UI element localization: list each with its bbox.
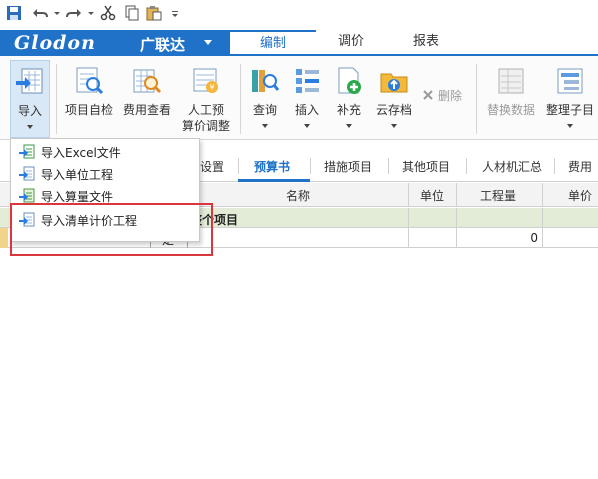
cloud-archive-button[interactable]: 云存档	[372, 60, 416, 138]
cell-divider	[542, 208, 543, 228]
self-check-label: 项目自检	[64, 103, 113, 117]
title-tab-row: Glodon 广联达 编制 调价 报表	[0, 30, 598, 56]
paste-icon[interactable]	[146, 5, 162, 21]
chevron-down-icon	[27, 125, 33, 129]
column-divider	[456, 183, 457, 207]
highlight-box	[10, 203, 213, 256]
manual-price-adjust-button[interactable]: ¥ 人工预 算价调整	[178, 60, 234, 138]
cell-divider	[542, 228, 543, 248]
tab-price-adjust[interactable]: 调价	[316, 30, 386, 56]
tab-measures[interactable]: 措施项目	[324, 158, 372, 175]
svg-text:¥: ¥	[209, 83, 214, 92]
quick-access-toolbar	[0, 0, 598, 30]
quantity-file-icon	[19, 188, 35, 203]
column-header-unit[interactable]: 单位	[420, 187, 444, 204]
query-icon	[252, 70, 280, 92]
column-header-name[interactable]: 名称	[286, 187, 310, 204]
column-header-unit-price[interactable]: 单价	[568, 187, 592, 204]
delete-label: 删除	[438, 89, 463, 103]
customize-icon[interactable]	[170, 5, 180, 21]
tab-budget[interactable]: 预算书	[254, 158, 290, 175]
chevron-down-icon	[346, 124, 352, 128]
unit-project-icon	[19, 166, 35, 181]
supplement-icon	[338, 67, 361, 94]
tab-edit[interactable]: 编制	[230, 30, 316, 56]
insert-label: 插入	[294, 103, 319, 117]
tab-labor-summary[interactable]: 人材机汇总	[482, 158, 542, 175]
cell-divider	[456, 208, 457, 228]
query-button[interactable]: 查询	[246, 60, 284, 138]
tab-divider	[554, 158, 555, 174]
cut-icon[interactable]	[100, 5, 116, 21]
save-icon[interactable]	[6, 5, 22, 21]
manual-adjust-line1: 人工预	[187, 103, 224, 117]
query-label: 查询	[252, 103, 277, 117]
brand-logo: Glodon	[14, 32, 96, 54]
undo-icon[interactable]	[32, 5, 48, 21]
organize-label: 整理子目	[545, 103, 594, 117]
replace-data-icon	[498, 68, 524, 94]
fee-view-label: 费用查看	[122, 103, 171, 117]
tab-divider	[466, 158, 467, 174]
manual-adjust-line2: 算价调整	[181, 119, 230, 133]
row-quantity: 0	[530, 231, 538, 245]
brand-menu[interactable]: Glodon 广联达	[0, 30, 230, 56]
organize-subitems-button[interactable]: 整理子目	[542, 60, 598, 138]
cell-divider	[456, 228, 457, 248]
project-self-check-button[interactable]: 项目自检	[62, 60, 116, 138]
excel-file-icon	[19, 144, 35, 159]
column-header-quantity[interactable]: 工程量	[480, 187, 516, 204]
column-divider	[408, 183, 409, 207]
menu-item-label: 导入单位工程	[41, 168, 114, 182]
insert-button[interactable]: 插入	[288, 60, 326, 138]
chevron-down-icon	[567, 124, 573, 128]
tab-settings[interactable]: 设置	[200, 158, 224, 175]
column-divider	[542, 183, 543, 207]
import-icon	[16, 68, 43, 94]
chevron-down-icon	[304, 124, 310, 128]
supplement-label: 补充	[336, 103, 361, 117]
menu-item-label: 导入Excel文件	[41, 146, 121, 160]
menu-item-import-excel[interactable]: 导入Excel文件	[11, 141, 199, 163]
row-indicator	[0, 228, 8, 248]
cloud-archive-label: 云存档	[375, 103, 412, 117]
tab-other-items[interactable]: 其他项目	[402, 158, 450, 175]
supplement-button[interactable]: 补充	[330, 60, 368, 138]
adjust-icon: ¥	[193, 68, 218, 93]
replace-data-button[interactable]: 替换数据	[482, 60, 540, 138]
insert-icon	[296, 69, 319, 93]
brand-name: 广联达	[140, 36, 186, 54]
cloud-archive-icon	[380, 73, 408, 93]
tab-fees[interactable]: 费用	[568, 158, 592, 175]
ribbon-separator	[240, 64, 241, 134]
fee-view-icon	[133, 69, 162, 94]
tab-divider	[310, 158, 311, 174]
copy-icon[interactable]	[124, 5, 140, 21]
chevron-down-icon[interactable]	[86, 5, 96, 21]
chevron-down-icon[interactable]	[52, 5, 62, 21]
ribbon-separator	[56, 64, 57, 134]
delete-icon	[423, 90, 433, 100]
ribbon-toolbar: 导入 项目自检 费用查看 ¥ 人工预 算价调整 查询 插入 补充 云存档 删除 …	[0, 56, 598, 140]
delete-button[interactable]: 删除	[418, 60, 468, 138]
tab-report[interactable]: 报表	[386, 30, 466, 56]
import-button[interactable]: 导入	[10, 60, 50, 138]
chevron-down-icon	[262, 124, 268, 128]
active-tab-underline	[238, 179, 310, 182]
chevron-down-icon	[204, 40, 212, 45]
cell-divider	[408, 208, 409, 228]
redo-icon[interactable]	[66, 5, 82, 21]
manual-adjust-label: 人工预 算价调整	[178, 102, 234, 134]
ribbon-separator	[476, 64, 477, 134]
tab-divider	[238, 158, 239, 174]
chevron-down-icon	[391, 124, 397, 128]
fee-view-button[interactable]: 费用查看	[120, 60, 174, 138]
replace-data-label: 替换数据	[486, 103, 535, 117]
menu-item-import-unit-project[interactable]: 导入单位工程	[11, 163, 199, 185]
organize-icon	[557, 68, 583, 94]
tab-divider	[388, 158, 389, 174]
cell-divider	[408, 228, 409, 248]
self-check-icon	[76, 67, 104, 95]
import-label: 导入	[17, 104, 42, 118]
